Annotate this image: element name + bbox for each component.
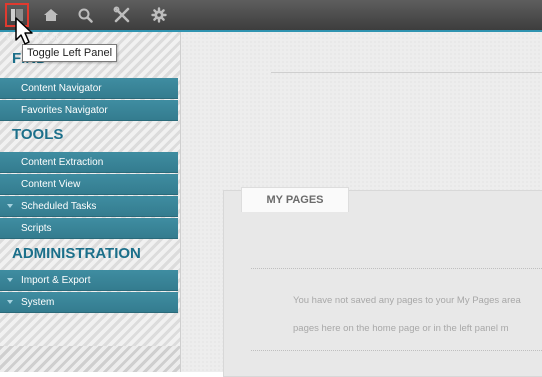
- nav-item-label: Scheduled Tasks: [21, 201, 97, 212]
- empty-message-line-2: pages here on the home page or in the le…: [293, 323, 509, 334]
- nav-item-label: Content View: [21, 179, 81, 190]
- nav-item-label: Content Navigator: [21, 83, 102, 94]
- divider: [251, 350, 542, 351]
- nav-item-import-export[interactable]: Import & Export: [0, 270, 178, 291]
- divider: [251, 268, 542, 269]
- nav-item-scheduled-tasks[interactable]: Scheduled Tasks: [0, 196, 178, 217]
- my-pages-tab[interactable]: MY PAGES: [241, 187, 349, 212]
- left-panel: NAVIGATION FIND Content Navigator Favori…: [0, 32, 181, 372]
- nav-item-scripts[interactable]: Scripts: [0, 218, 178, 239]
- tooltip: Toggle Left Panel: [22, 44, 118, 62]
- search-icon: [78, 8, 93, 23]
- nav-item-content-view[interactable]: Content View: [0, 174, 178, 195]
- left-panel-footer: [0, 346, 180, 372]
- home-icon: [44, 9, 58, 21]
- nav-item-favorites-navigator[interactable]: Favorites Navigator: [0, 100, 178, 121]
- empty-message-line-1: You have not saved any pages to your My …: [293, 295, 521, 306]
- my-pages-card: [223, 190, 542, 377]
- home-button[interactable]: [40, 4, 62, 26]
- chevron-down-icon: [7, 204, 13, 208]
- nav-item-label: Scripts: [21, 223, 52, 234]
- section-title-tools: TOOLS: [12, 126, 64, 143]
- main-content: MY PAGES You have not saved any pages to…: [181, 32, 542, 377]
- nav-item-system[interactable]: System: [0, 292, 178, 313]
- settings-button[interactable]: [148, 4, 170, 26]
- nav-item-label: Content Extraction: [21, 157, 104, 168]
- mouse-cursor-icon: [15, 17, 33, 45]
- gear-icon: [151, 7, 167, 23]
- tools-icon: [113, 6, 130, 23]
- tools-button[interactable]: [111, 4, 133, 26]
- nav-item-label: System: [21, 297, 55, 308]
- chevron-down-icon: [7, 278, 13, 282]
- search-button[interactable]: [74, 4, 96, 26]
- section-title-administration: ADMINISTRATION: [12, 245, 141, 262]
- nav-item-label: Import & Export: [21, 275, 91, 286]
- nav-item-label: Favorites Navigator: [21, 105, 108, 116]
- nav-item-content-navigator[interactable]: Content Navigator: [0, 78, 178, 99]
- nav-item-content-extraction[interactable]: Content Extraction: [0, 152, 178, 173]
- divider: [271, 72, 542, 73]
- top-toolbar: [0, 0, 542, 32]
- chevron-down-icon: [7, 300, 13, 304]
